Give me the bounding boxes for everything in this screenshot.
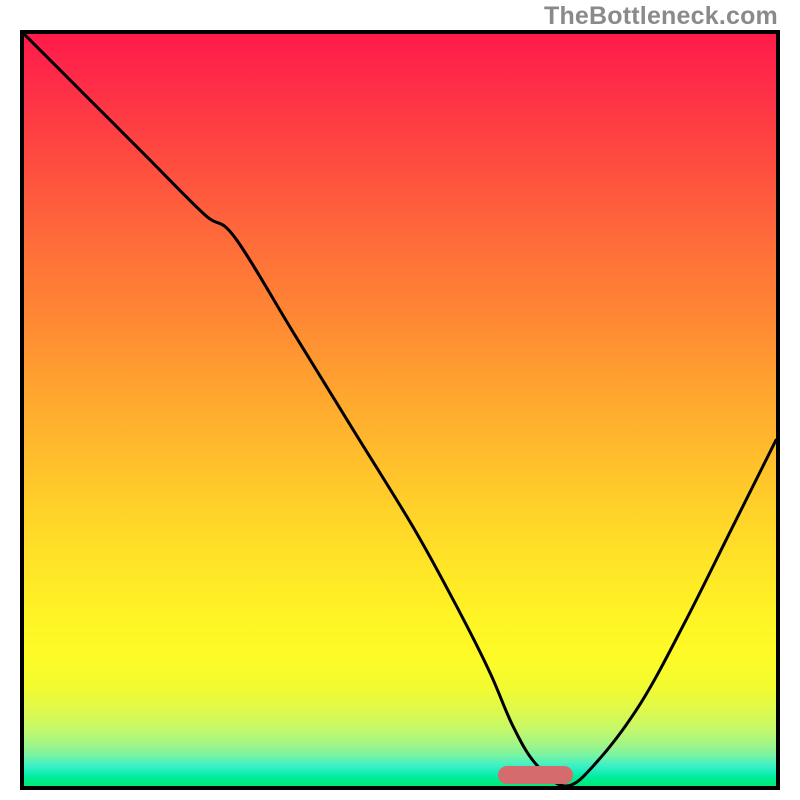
- optimal-range-indicator: [498, 766, 573, 784]
- watermark-text: TheBottleneck.com: [544, 2, 778, 31]
- background-gradient: [24, 34, 776, 786]
- plot-area: [20, 30, 780, 790]
- chart-container: TheBottleneck.com: [0, 0, 800, 800]
